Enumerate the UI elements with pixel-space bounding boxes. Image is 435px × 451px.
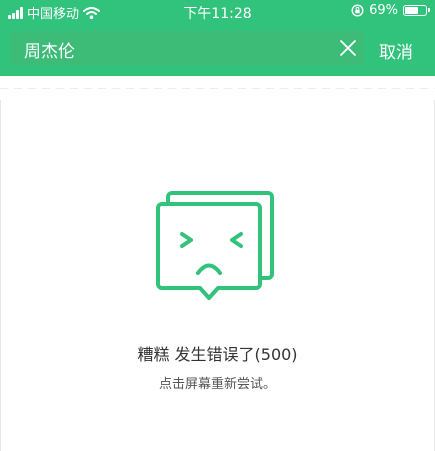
status-bar: 中国移动 下午11:28 69% [0, 0, 435, 24]
battery-percent: 69% [369, 3, 398, 18]
top-bar: 中国移动 下午11:28 69% 周杰伦 取消 [0, 0, 435, 76]
divider [0, 88, 435, 89]
search-input[interactable]: 周杰伦 [10, 31, 364, 65]
close-icon[interactable] [338, 38, 358, 58]
search-query-text: 周杰伦 [24, 42, 75, 62]
battery-icon [403, 5, 430, 16]
status-right: 69% [351, 3, 430, 18]
cancel-button[interactable]: 取消 [379, 38, 413, 63]
left-edge-line [0, 100, 1, 451]
error-title: 糟糕 发生错误了(500) [137, 345, 298, 364]
sad-face-message-icon [156, 191, 274, 300]
battery-level-fill [405, 7, 418, 14]
orientation-lock-icon [351, 4, 364, 17]
retry-hint[interactable]: 点击屏幕重新尝试。 [0, 373, 435, 392]
